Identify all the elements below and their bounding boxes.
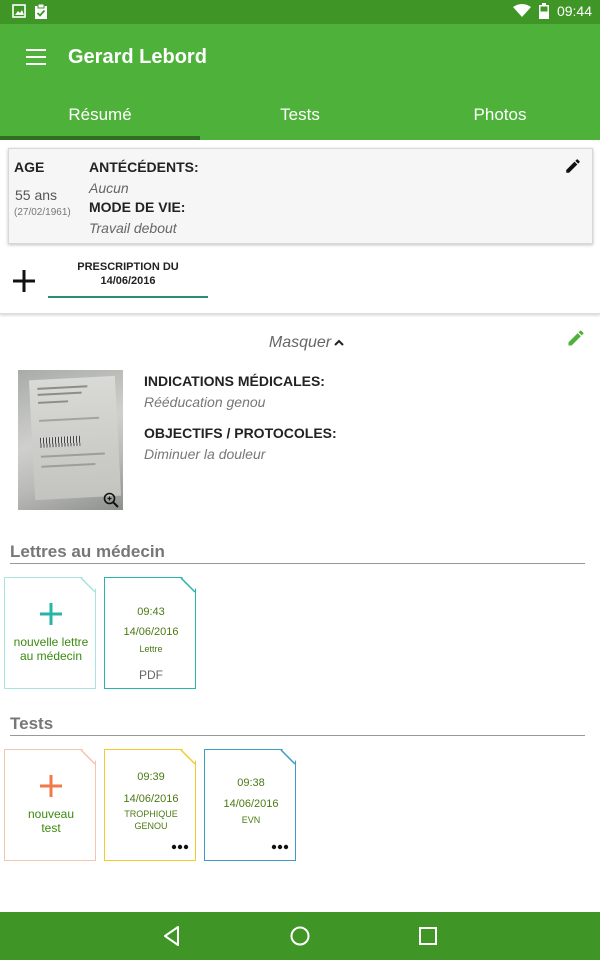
- lifestyle-label: MODE DE VIE:: [89, 199, 186, 215]
- indications-value: Rééducation genou: [144, 394, 266, 410]
- age-label: AGE: [14, 159, 45, 175]
- card-fold-corner: [80, 578, 95, 593]
- status-bar: 09:44: [0, 0, 600, 24]
- chevron-up-icon: [334, 339, 344, 346]
- new-test-card[interactable]: nouveau test: [4, 749, 96, 861]
- new-letter-card[interactable]: nouvelle lettre au médecin: [4, 577, 96, 689]
- test-name-line2: GENOU: [134, 821, 168, 831]
- edit-patient-icon[interactable]: [564, 157, 582, 175]
- patient-summary-card: AGE 55 ans (27/02/1961) ANTÉCÉDENTS: Auc…: [8, 148, 593, 244]
- test-time: 09:38: [237, 777, 265, 789]
- prescription-photo[interactable]: [18, 370, 123, 510]
- tests-section-title: Tests: [10, 714, 54, 733]
- add-letter-icon: [40, 603, 62, 625]
- tab-photos[interactable]: Photos: [400, 92, 600, 140]
- test-name-line1: TROPHIQUE: [124, 809, 178, 819]
- prescription-tab-title: PRESCRIPTION DU: [77, 261, 179, 273]
- birth-date: (27/02/1961): [14, 207, 71, 218]
- recent-apps-icon[interactable]: [416, 924, 440, 948]
- letters-section-title: Lettres au médecin: [10, 542, 165, 561]
- menu-icon-bar: [26, 49, 46, 51]
- card-fold-corner: [180, 750, 195, 765]
- prescription-tab-date: 14/06/2016: [100, 275, 156, 287]
- objectives-label: OBJECTIFS / PROTOCOLES:: [144, 425, 337, 441]
- prescription-bar: PRESCRIPTION DU 14/06/2016: [0, 250, 600, 314]
- home-icon[interactable]: [288, 924, 312, 948]
- test-name-line1: EVN: [241, 815, 261, 825]
- add-prescription-icon[interactable]: [10, 267, 38, 295]
- card-fold-corner: [280, 750, 295, 765]
- age-value: 55 ans: [15, 187, 58, 203]
- letter-date: 14/06/2016: [123, 626, 179, 638]
- tab-bar: Résumé Tests Photos: [0, 92, 600, 140]
- hide-details-label: Masquer: [268, 334, 332, 351]
- antecedents-label: ANTÉCÉDENTS:: [89, 159, 199, 175]
- new-test-label-1: nouveau: [27, 807, 75, 821]
- letter-name: Lettre: [139, 644, 163, 654]
- tab-resume[interactable]: Résumé: [0, 92, 200, 140]
- system-navigation-bar: [0, 912, 600, 960]
- back-icon[interactable]: [160, 924, 184, 948]
- new-letter-label-2: au médecin: [19, 649, 83, 663]
- battery-icon: [538, 3, 549, 19]
- new-test-label-2: test: [41, 821, 61, 835]
- letters-section-divider: [10, 563, 585, 564]
- antecedents-value: Aucun: [89, 180, 129, 196]
- patient-name-title: Gerard Lebord: [68, 46, 207, 68]
- prescription-tab[interactable]: PRESCRIPTION DU 14/06/2016: [48, 258, 208, 298]
- letter-time: 09:43: [137, 606, 165, 618]
- more-options-icon[interactable]: [271, 844, 289, 850]
- test-date: 14/06/2016: [123, 793, 179, 805]
- wifi-icon: [512, 4, 531, 17]
- app-bar: Gerard Lebord Résumé Tests Photos: [0, 24, 600, 140]
- tests-section-divider: [10, 735, 585, 736]
- hide-details-toggle[interactable]: Masquer: [0, 334, 600, 354]
- zoom-in-icon[interactable]: [103, 492, 119, 508]
- letter-format: PDF: [139, 668, 163, 682]
- test-time: 09:39: [137, 771, 165, 783]
- indications-label: INDICATIONS MÉDICALES:: [144, 373, 325, 389]
- add-test-icon: [40, 775, 62, 797]
- status-time: 09:44: [556, 3, 592, 19]
- tab-tests[interactable]: Tests: [200, 92, 400, 140]
- image-notification-icon: [12, 4, 26, 18]
- more-options-icon[interactable]: [171, 844, 189, 850]
- prescription-document-image: [28, 375, 122, 501]
- card-fold-corner: [80, 750, 95, 765]
- card-fold-corner: [180, 578, 195, 593]
- clipboard-check-notification-icon: [35, 4, 47, 19]
- menu-icon-bar: [26, 56, 46, 58]
- edit-prescription-icon[interactable]: [566, 328, 586, 348]
- app-screen: 09:44 Gerard Lebord Résumé Tests Photos …: [0, 0, 600, 960]
- menu-button[interactable]: [20, 44, 52, 72]
- test-date: 14/06/2016: [223, 798, 279, 810]
- test-card-evn[interactable]: 09:38 14/06/2016 EVN: [204, 749, 296, 861]
- new-letter-label-1: nouvelle lettre: [13, 635, 89, 649]
- menu-icon-bar: [26, 63, 46, 65]
- test-card-trophique[interactable]: 09:39 14/06/2016 TROPHIQUE GENOU: [104, 749, 196, 861]
- lifestyle-value: Travail debout: [89, 220, 177, 236]
- letter-card[interactable]: 09:43 14/06/2016 Lettre PDF: [104, 577, 196, 689]
- objectives-value: Diminuer la douleur: [144, 446, 266, 462]
